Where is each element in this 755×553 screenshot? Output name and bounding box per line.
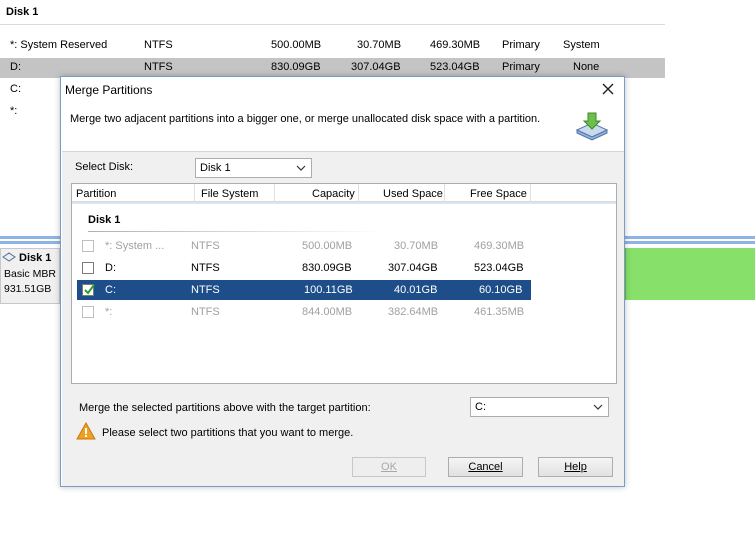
file-system: NTFS [191,240,220,252]
help-button[interactable]: Help [538,457,613,477]
target-partition-dropdown[interactable]: C: [470,397,609,417]
column-header-capacity[interactable]: Capacity [312,188,355,200]
partition-status: None [573,61,600,73]
chevron-down-icon [593,404,603,410]
column-separator[interactable] [358,184,359,202]
free-space: 523.04GB [474,262,524,274]
capacity: 500.00MB [271,39,322,51]
file-system: NTFS [191,306,220,318]
warning-message: Please select two partitions that you wa… [102,427,354,439]
partition-name: *: [105,306,113,318]
file-system: NTFS [191,262,220,274]
partition-type: Primary [502,61,540,73]
column-header-used-space[interactable]: Used Space [383,188,443,200]
used-space: 307.04GB [351,61,401,73]
file-system: NTFS [144,39,173,51]
target-partition-value: C: [475,401,486,413]
used-space: 30.70MB [357,39,402,51]
free-space: 469.30MB [430,39,481,51]
disk-map-size: 931.51GB [4,283,52,295]
used-space: 307.04GB [388,262,438,274]
partition-status: System [563,39,600,51]
partition-name: C: [10,83,21,95]
cancel-button[interactable]: Cancel [448,457,523,477]
select-disk-value: Disk 1 [200,162,231,174]
chevron-down-icon [296,165,306,171]
partition-name: *: [10,105,18,117]
partition-name: *: System ... [105,240,165,252]
partition-checkbox[interactable] [82,262,94,274]
merge-target-label: Merge the selected partitions above with… [79,402,371,414]
merge-partition-icon [575,112,609,141]
free-space: 461.35MB [474,306,525,318]
partition-type: Primary [502,39,540,51]
used-space: 40.01GB [394,284,438,296]
column-header-file-system[interactable]: File System [201,188,258,200]
help-button-label: Help [564,461,587,473]
partition-row[interactable]: *: System Reserved NTFS 500.00MB 30.70MB… [0,36,665,56]
select-disk-label: Select Disk: [75,161,134,173]
partition-name: D: [105,262,116,274]
disk-icon [2,252,16,262]
partition-row: *: System ... NTFS 500.00MB 30.70MB 469.… [77,236,531,256]
partition-row: *: NTFS 844.00MB 382.64MB 461.35MB [77,302,531,322]
file-system: NTFS [144,61,173,73]
select-disk-dropdown[interactable]: Disk 1 [195,158,312,178]
used-space: 30.70MB [394,240,439,252]
column-header-partition[interactable]: Partition [76,188,116,200]
capacity: 100.11GB [304,284,353,296]
close-icon[interactable] [600,81,616,97]
capacity: 844.00MB [302,306,353,318]
partition-checkbox[interactable] [82,284,95,296]
partition-row[interactable]: C: NTFS 100.11GB 40.01GB 60.10GB [77,280,531,300]
column-separator[interactable] [274,184,275,202]
column-header-free-space[interactable]: Free Space [470,188,527,200]
checkmark-icon [84,284,95,295]
column-separator[interactable] [194,184,195,202]
warning-icon [76,422,96,440]
free-space: 523.04GB [430,61,480,73]
dialog-title: Merge Partitions [65,83,153,97]
disk-map-type: Basic MBR [4,268,56,280]
partition-block[interactable] [625,248,755,300]
partition-name: C: [105,284,116,296]
free-space: 469.30MB [474,240,525,252]
disk-group-label: Disk 1 [88,214,121,226]
list-header: Partition File System Capacity Used Spac… [72,184,616,202]
merge-partitions-dialog: Merge Partitions Merge two adjacent part… [60,76,625,487]
capacity: 830.09GB [271,61,321,73]
divider [88,231,383,232]
disk-map-info[interactable]: Disk 1 Basic MBR 931.51GB [0,248,60,304]
divider [72,202,616,204]
disk-title: Disk 1 [6,6,39,18]
capacity: 500.00MB [302,240,353,252]
partition-checkbox [82,306,94,318]
capacity: 830.09GB [302,262,352,274]
partition-row[interactable]: D: NTFS 830.09GB 307.04GB 523.04GB [77,258,531,278]
partition-name: *: System Reserved [10,39,108,51]
dialog-description: Merge two adjacent partitions into a big… [70,113,541,125]
file-system: NTFS [191,284,220,296]
column-separator[interactable] [444,184,445,202]
free-space: 60.10GB [479,284,523,296]
ok-button[interactable]: OK [352,457,426,477]
partition-list[interactable]: Partition File System Capacity Used Spac… [71,183,617,384]
column-separator[interactable] [530,184,531,202]
cancel-button-label: Cancel [468,461,503,473]
partition-name: D: [10,61,21,73]
ok-button-label: OK [381,461,397,473]
divider [0,24,665,25]
partition-row[interactable]: D: NTFS 830.09GB 307.04GB 523.04GB Prima… [0,58,665,78]
disk-map-name: Disk 1 [19,252,52,264]
dialog-body: Select Disk: Disk 1 Partition File Syste… [62,151,624,486]
partition-checkbox [82,240,94,252]
used-space: 382.64MB [388,306,439,318]
